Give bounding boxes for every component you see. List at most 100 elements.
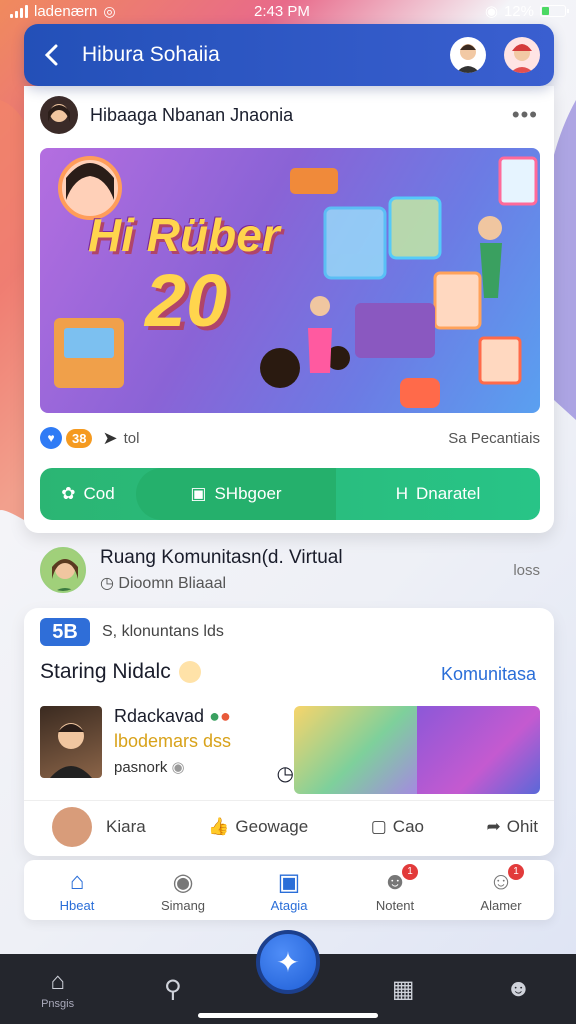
status-bar: ladenærn ◎ 2:43 PM ◉ 12% <box>0 0 576 22</box>
info-icon: ◉ <box>171 759 185 776</box>
banner-headline: Hi Rüber <box>88 209 280 261</box>
app-bar: Hibura Sohaiia <box>24 24 554 86</box>
carrier-name: ladenærn <box>34 2 98 20</box>
tab-label: Hbeat <box>59 897 95 913</box>
card-header-text: S, klonuntans lds <box>102 623 224 640</box>
nav-media[interactable]: ▦ <box>368 975 438 1004</box>
like-label: Cod <box>83 484 115 503</box>
profile-avatar <box>52 806 92 847</box>
leaf-icon: ✿ <box>61 484 76 503</box>
share-icon: H <box>395 484 408 503</box>
banner-number: 20 <box>145 259 228 342</box>
community-title: Ruang Komunitasn(d. Virtual <box>100 547 343 568</box>
user-icon: ☻ <box>505 975 531 1002</box>
community-subtitle: ◷ Dioomn Bliaaal <box>100 573 513 593</box>
smile-emoji-icon <box>178 661 201 683</box>
comment-button-2[interactable]: ▢ Cao <box>371 817 424 837</box>
share-button[interactable]: H Dnaratel <box>336 468 540 520</box>
comments-summary[interactable]: Sa Pecantiais <box>448 430 540 447</box>
post-stats: ♥ 38 ➤ tol Sa Pecantiais <box>40 424 540 452</box>
community-link[interactable]: Komunitasa <box>441 664 536 685</box>
avatar-icon <box>48 104 70 122</box>
avatar-icon <box>42 549 84 591</box>
featured-footer-text: pasnork <box>114 759 168 776</box>
thumbnail-1[interactable] <box>294 706 417 794</box>
post-card: Hibaaga Nbanan Jnaonia ••• Hi Rüber 20 ♥… <box>24 86 554 533</box>
notification-badge: 1 <box>402 863 418 880</box>
header-avatar-2[interactable] <box>504 37 540 73</box>
thumbs-up-icon: 👍 <box>208 816 230 836</box>
community-meta: loss <box>513 561 540 579</box>
chat-icon: ◉ <box>172 868 194 896</box>
community-item[interactable]: Ruang Komunitasn(d. Virtual ◷ Dioomn Bli… <box>40 540 540 600</box>
nav-home-label: Pnsgis <box>41 998 75 1010</box>
share-button-2[interactable]: ➦ Ohit <box>487 817 538 837</box>
share-count: tol <box>123 429 140 447</box>
chevron-left-icon <box>44 44 58 66</box>
post-header: Hibaaga Nbanan Jnaonia ••• <box>24 86 554 144</box>
heart-icon: ♥ <box>40 427 62 449</box>
card-action-bar: Kiara 👍 Geowage ▢ Cao ➦ Ohit <box>24 800 554 852</box>
community-subtitle-text: Dioomn Bliaaal <box>118 575 227 592</box>
wifi-icon: ◎ <box>103 2 116 19</box>
header-avatar-1[interactable] <box>450 37 486 73</box>
tab-label: Simang <box>160 897 206 913</box>
reaction-summary[interactable]: ♥ 38 <box>40 427 93 449</box>
tab-label: Atagia <box>270 897 308 913</box>
tab-profile[interactable]: ☺ 1 Alamer <box>456 863 546 913</box>
battery-percent: 12% <box>503 2 534 20</box>
post-author-name[interactable]: Hibaaga Nbanan Jnaonia <box>90 105 512 126</box>
signal-icon <box>10 4 28 18</box>
grid-icon: ▣ <box>277 868 301 896</box>
tab-chat[interactable]: ◉ Simang <box>138 868 228 913</box>
featured-title: Rdackavad ●● <box>114 706 231 727</box>
card-header: 5B S, klonuntans lds <box>40 618 224 646</box>
community-avatar <box>40 547 86 593</box>
back-button[interactable] <box>38 41 66 69</box>
clock: 2:43 PM <box>254 2 310 20</box>
tab-label: Notent <box>375 897 415 913</box>
community-text: Ruang Komunitasn(d. Virtual ◷ Dioomn Bli… <box>100 547 513 593</box>
nav-home[interactable]: ⌂ Pnsgis <box>23 968 93 1010</box>
nav-account[interactable]: ☻ <box>483 975 553 1003</box>
comment-icon: ▢ <box>370 816 387 836</box>
alarm-icon: ◉ <box>484 3 498 20</box>
featured-thumbnail <box>40 706 102 778</box>
gallery-icon: ▦ <box>391 975 415 1003</box>
share-label-2: Ohit <box>506 816 538 836</box>
thumbnail-2[interactable] <box>417 706 540 794</box>
featured-item[interactable]: Rdackavad ●● lbodemars dss pasnork ◉ ◷ <box>40 706 294 796</box>
comment-label-2: Cao <box>392 816 424 836</box>
comment-icon: ▣ <box>190 484 207 503</box>
featured-title-text: Rdackavad <box>114 706 205 726</box>
search-icon: ⚲ <box>163 975 182 1003</box>
send-icon[interactable]: ➤ <box>102 428 117 449</box>
comment-button[interactable]: ▣ SHbgoer <box>136 468 336 520</box>
tab-home[interactable]: ⌂ Hbeat <box>32 868 122 913</box>
post-banner-image[interactable]: Hi Rüber 20 <box>40 148 540 413</box>
sparkle-icon: ✦ <box>276 946 300 978</box>
tab-grid[interactable]: ▣ Atagia <box>244 868 334 913</box>
share-label: Dnaratel <box>416 484 481 503</box>
card-title: Staring Nidalc <box>40 660 201 684</box>
notification-badge: 1 <box>508 863 524 880</box>
community-logo: 5B <box>40 618 90 646</box>
like-button[interactable]: ✿ Cod <box>40 468 136 520</box>
media-thumbnails[interactable] <box>294 706 540 794</box>
home-indicator[interactable] <box>198 1013 378 1018</box>
tab-people[interactable]: ☻ 1 Notent <box>350 863 440 913</box>
like-button-2[interactable]: 👍 Geowage <box>208 817 308 837</box>
profile-button[interactable]: Kiara <box>40 806 146 847</box>
timer-icon[interactable]: ◷ <box>277 761 294 786</box>
community-card: 5B S, klonuntans lds Staring Nidalc Komu… <box>24 608 554 856</box>
author-avatar[interactable] <box>40 96 78 134</box>
tab-label: Alamer <box>480 897 522 913</box>
home-icon: ⌂ <box>69 867 85 895</box>
person-image <box>50 723 92 778</box>
like-label-2: Geowage <box>235 816 309 836</box>
more-options-icon[interactable]: ••• <box>512 102 538 128</box>
featured-subtitle: lbodemars dss <box>114 731 232 751</box>
create-post-button[interactable]: ✦ <box>256 930 320 994</box>
nav-search[interactable]: ⚲ <box>138 975 208 1004</box>
featured-footer: pasnork ◉ <box>114 758 231 776</box>
